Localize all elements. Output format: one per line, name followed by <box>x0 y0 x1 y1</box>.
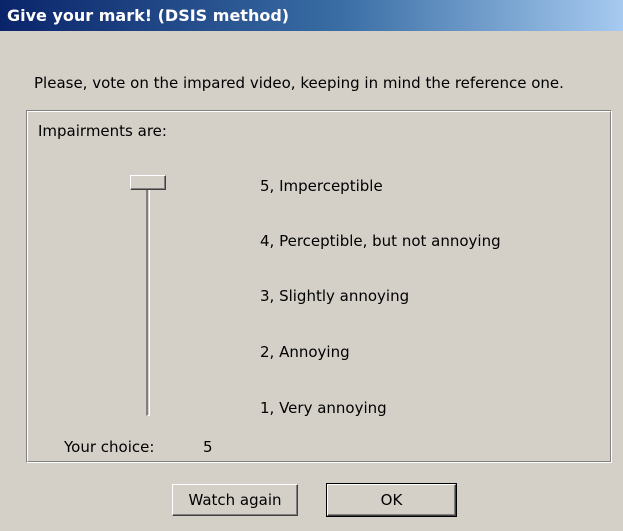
scale-label-1: 1, Very annoying <box>260 399 387 417</box>
dsis-dialog: Give your mark! (DSIS method) Please, vo… <box>0 0 623 531</box>
watch-again-button[interactable]: Watch again <box>172 484 298 516</box>
scale-label-4: 4, Perceptible, but not annoying <box>260 232 501 250</box>
your-choice-value: 5 <box>203 438 213 456</box>
title-bar[interactable]: Give your mark! (DSIS method) <box>0 0 623 31</box>
scale-label-5: 5, Imperceptible <box>260 177 383 195</box>
rating-slider-track[interactable] <box>146 187 150 416</box>
ok-button[interactable]: OK <box>326 483 457 517</box>
your-choice-label: Your choice: <box>64 438 155 456</box>
rating-slider-thumb[interactable] <box>130 175 166 190</box>
instruction-text: Please, vote on the impared video, keepi… <box>34 74 564 92</box>
impairments-label: Impairments are: <box>38 122 167 140</box>
impairments-group: Impairments are: 5, Imperceptible 4, Per… <box>26 110 612 463</box>
scale-label-3: 3, Slightly annoying <box>260 287 410 305</box>
scale-label-2: 2, Annoying <box>260 343 350 361</box>
